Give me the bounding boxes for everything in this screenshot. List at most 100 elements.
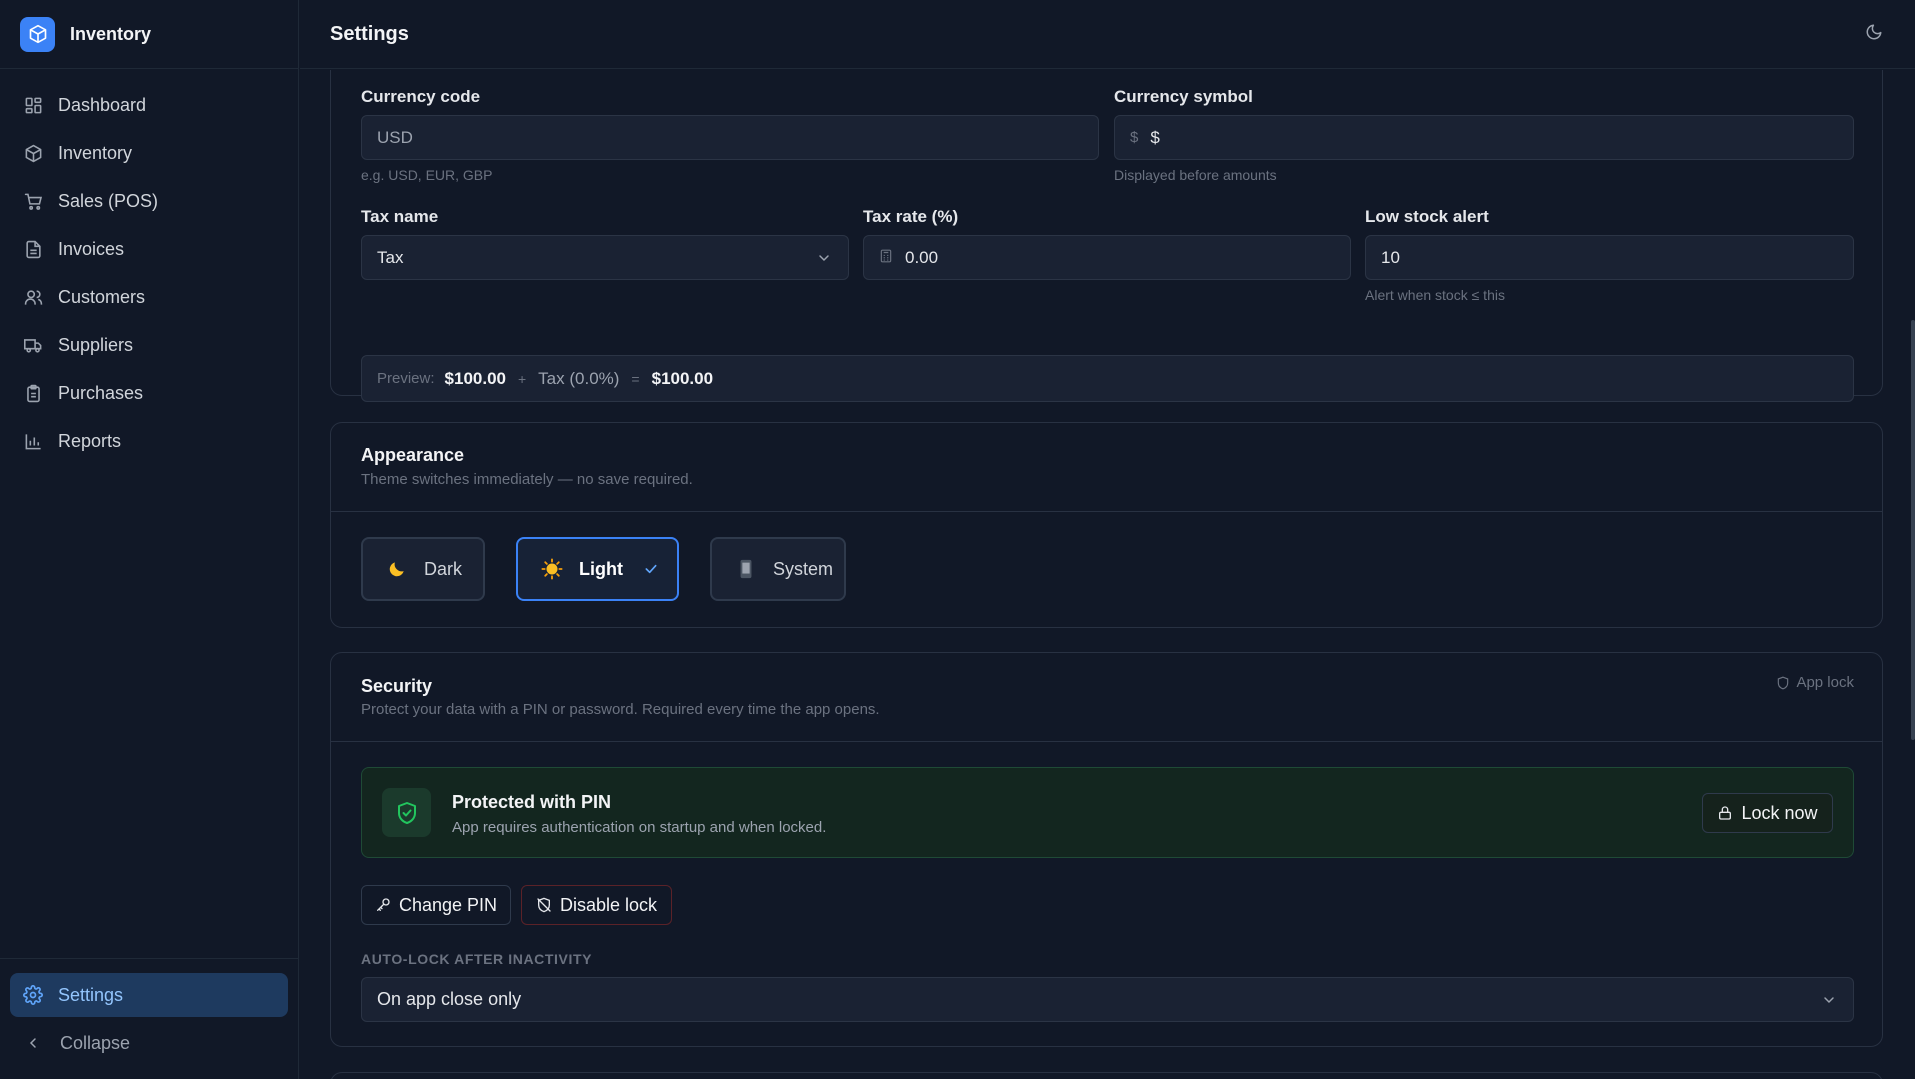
sidebar-item-label: Sales (POS): [58, 190, 159, 211]
tax-preview: Preview: $100.00 + Tax (0.0%) = $100.00: [361, 355, 1854, 402]
security-card: Security Protect your data with a PIN or…: [330, 652, 1883, 1047]
currency-symbol-label: Currency symbol: [1114, 87, 1253, 106]
sidebar-item-purchases[interactable]: Purchases: [0, 369, 298, 417]
scrollbar[interactable]: [1911, 320, 1915, 740]
low-stock-value: 10: [1381, 247, 1400, 267]
sidebar-item-label: Dashboard: [58, 94, 147, 115]
divider: [331, 511, 1882, 512]
preview-plus: +: [517, 370, 527, 387]
low-stock-input[interactable]: 10: [1365, 235, 1854, 280]
sidebar-item-reports[interactable]: Reports: [0, 417, 298, 465]
general-settings-card: Currency code USD e.g. USD, EUR, GBP Cur…: [330, 70, 1883, 402]
next-settings-card: [330, 1072, 1883, 1079]
appearance-title: Appearance: [361, 445, 465, 465]
low-stock-hint: Alert when stock ≤ this: [1365, 287, 1505, 303]
currency-code-value: USD: [377, 127, 413, 147]
currency-symbol-input[interactable]: $ $: [1114, 115, 1854, 160]
sidebar-item-invoices[interactable]: Invoices: [0, 225, 298, 273]
preview-label: Preview:: [377, 370, 435, 387]
brand[interactable]: Inventory: [0, 0, 298, 69]
key-icon: [375, 897, 391, 913]
theme-option-dark[interactable]: Dark: [361, 537, 485, 601]
truck-icon: [23, 335, 43, 355]
chevron-down-icon: [1821, 992, 1837, 1013]
theme-option-label: Dark: [424, 558, 463, 579]
sidebar-item-label: Purchases: [58, 382, 144, 403]
theme-option-label: Light: [579, 558, 623, 579]
dashboard-icon: [23, 95, 43, 115]
box-icon: [23, 143, 43, 163]
chevron-left-icon: [25, 1035, 45, 1051]
sidebar-item-label: Invoices: [58, 238, 125, 259]
autolock-select[interactable]: On app close only: [361, 977, 1854, 1022]
calculator-icon: [879, 248, 893, 268]
shield-off-icon: [536, 897, 552, 913]
page-title: Settings: [330, 22, 409, 45]
divider: [331, 741, 1882, 742]
app-lock-badge: App lock: [1776, 674, 1854, 691]
sidebar-item-label: Settings: [58, 984, 124, 1005]
sidebar-item-label: Reports: [58, 430, 122, 451]
theme-option-light[interactable]: Light: [516, 537, 679, 601]
sidebar-item-customers[interactable]: Customers: [0, 273, 298, 321]
pin-status-panel: Protected with PIN App requires authenti…: [361, 767, 1854, 858]
theme-option-system[interactable]: System: [710, 537, 846, 601]
appearance-card: Appearance Theme switches immediately — …: [330, 422, 1883, 628]
collapse-label: Collapse: [60, 1032, 131, 1053]
currency-code-hint: e.g. USD, EUR, GBP: [361, 167, 493, 183]
currency-symbol-hint: Displayed before amounts: [1114, 167, 1277, 183]
theme-toggle-button[interactable]: [1862, 22, 1886, 46]
app-name: Inventory: [70, 23, 152, 44]
users-icon: [23, 287, 43, 307]
sidebar-item-settings[interactable]: Settings: [10, 973, 288, 1017]
autolock-value: On app close only: [377, 989, 522, 1009]
currency-code-label: Currency code: [361, 87, 481, 106]
tax-rate-input[interactable]: 0.00: [863, 235, 1351, 280]
sidebar-footer: Settings Collapse: [0, 958, 298, 1079]
settings-content[interactable]: Currency code USD e.g. USD, EUR, GBP Cur…: [300, 70, 1915, 1079]
moon-emoji-icon: [386, 558, 408, 580]
app-logo-icon: [20, 16, 55, 52]
preview-total: $100.00: [651, 368, 714, 388]
sidebar-item-inventory[interactable]: Inventory: [0, 129, 298, 177]
tax-rate-value: 0.00: [905, 247, 939, 267]
sidebar-item-label: Customers: [58, 286, 146, 307]
currency-code-input[interactable]: USD: [361, 115, 1099, 160]
sidebar: Inventory Dashboard Inventory Sales (POS…: [0, 0, 299, 1079]
sidebar-item-sales[interactable]: Sales (POS): [0, 177, 298, 225]
preview-equals: =: [631, 370, 640, 387]
sidebar-item-dashboard[interactable]: Dashboard: [0, 81, 298, 129]
moon-icon: [1865, 23, 1883, 46]
sidebar-item-suppliers[interactable]: Suppliers: [0, 321, 298, 369]
sidebar-nav: Dashboard Inventory Sales (POS) Invoices…: [0, 69, 298, 465]
tax-name-select[interactable]: Tax: [361, 235, 849, 280]
autolock-label: AUTO-LOCK AFTER INACTIVITY: [361, 951, 593, 967]
shield-icon: [1776, 676, 1790, 690]
clipboard-icon: [23, 383, 43, 403]
tax-rate-label: Tax rate (%): [863, 207, 959, 226]
pin-status-subtitle: App requires authentication on startup a…: [452, 819, 827, 836]
lock-now-label: Lock now: [1741, 802, 1818, 823]
chart-icon: [23, 431, 43, 451]
preview-tax: Tax (0.0%): [538, 368, 620, 388]
tax-name-label: Tax name: [361, 207, 439, 226]
disable-lock-label: Disable lock: [559, 894, 658, 915]
disable-lock-button[interactable]: Disable lock: [521, 885, 672, 925]
low-stock-label: Low stock alert: [1365, 207, 1489, 226]
currency-prefix-icon: $: [1130, 129, 1139, 146]
change-pin-label: Change PIN: [398, 894, 498, 915]
check-icon: [643, 561, 659, 577]
security-title: Security: [361, 676, 433, 696]
chevron-down-icon: [816, 250, 832, 271]
sun-emoji-icon: [541, 558, 563, 580]
pin-status-title: Protected with PIN: [452, 792, 612, 812]
currency-symbol-value: $: [1150, 127, 1160, 147]
shield-check-icon: [382, 788, 431, 837]
change-pin-button[interactable]: Change PIN: [361, 885, 511, 925]
theme-option-label: System: [773, 558, 834, 579]
collapse-button[interactable]: Collapse: [10, 1021, 288, 1065]
sidebar-item-label: Suppliers: [58, 334, 134, 355]
lock-now-button[interactable]: Lock now: [1702, 793, 1833, 833]
lock-icon: [1717, 805, 1733, 821]
phone-icon: [735, 558, 757, 580]
